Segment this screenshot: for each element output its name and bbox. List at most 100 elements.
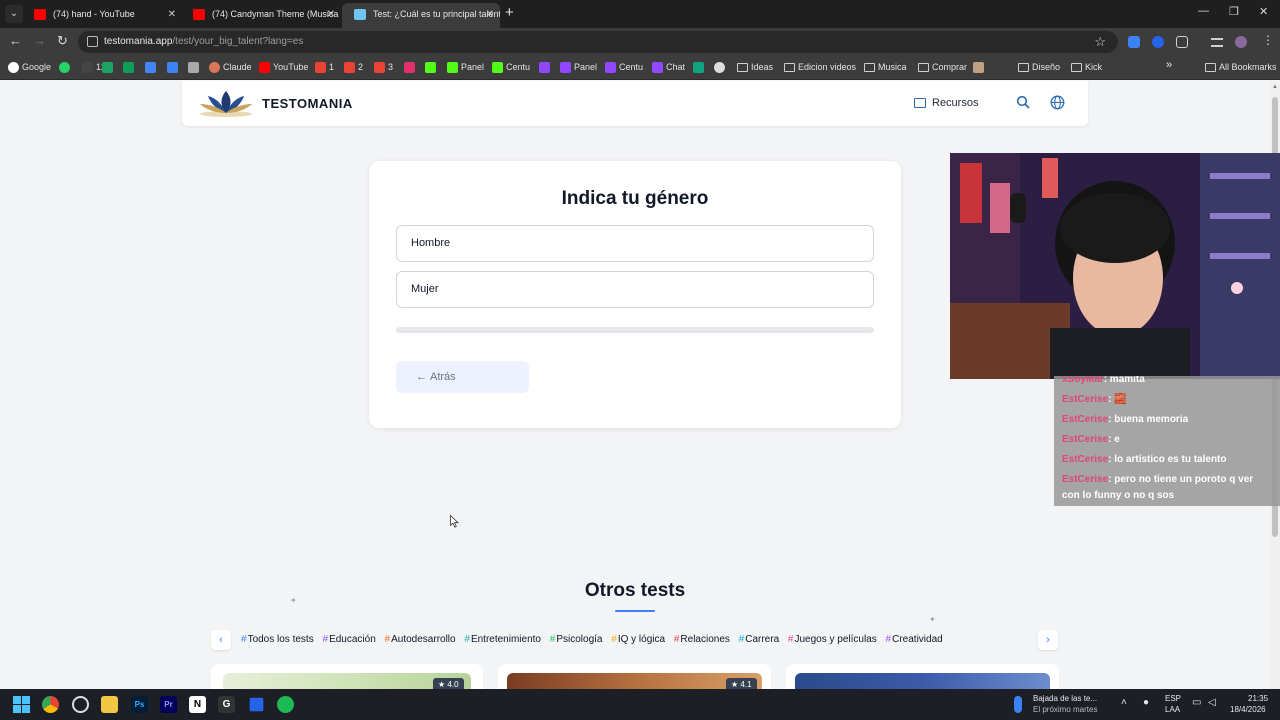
- tab-search-button[interactable]: ⌄: [5, 5, 23, 23]
- address-bar[interactable]: testomania.app/test/your_big_talent?lang…: [78, 31, 1118, 53]
- maximize-button[interactable]: ❐: [1229, 5, 1239, 18]
- extension-icon[interactable]: [1152, 36, 1164, 48]
- close-window-button[interactable]: ✕: [1259, 5, 1268, 18]
- extension-icon[interactable]: [1128, 36, 1140, 48]
- test-card[interactable]: [786, 664, 1059, 689]
- bookmark-google[interactable]: Google: [8, 62, 51, 73]
- bookmark-youtube[interactable]: YouTube: [259, 62, 308, 73]
- hash-icon: #: [738, 634, 745, 645]
- weather-title[interactable]: Bajada de las te...: [1033, 694, 1097, 703]
- bookmark-twitch-panel[interactable]: Panel: [560, 62, 597, 73]
- bookmark-twitch-chat[interactable]: Chat: [652, 62, 685, 73]
- notion-icon[interactable]: N: [189, 696, 206, 713]
- bookmark-star-icon[interactable]: ☆: [1094, 34, 1106, 50]
- minimize-button[interactable]: —: [1198, 5, 1209, 17]
- bookmark-kick-panel[interactable]: Panel: [447, 62, 484, 73]
- windows-start-icon[interactable]: [13, 696, 30, 713]
- category-todos[interactable]: #Todos los tests: [241, 634, 314, 645]
- spotify-icon[interactable]: [277, 696, 294, 713]
- tab-youtube-candyman[interactable]: (74) Candyman Theme (Musica ✕: [181, 3, 341, 26]
- globe-icon[interactable]: [1050, 95, 1065, 110]
- bookmark-folder-diseno[interactable]: Diseño: [1018, 62, 1060, 73]
- categories-prev-button[interactable]: ‹: [211, 630, 231, 650]
- thermometer-icon: [1014, 696, 1022, 713]
- lotus-logo-icon[interactable]: [198, 88, 254, 119]
- bookmark-gmail-3[interactable]: 3: [374, 62, 393, 73]
- file-explorer-icon[interactable]: [101, 696, 118, 713]
- search-icon[interactable]: [1016, 95, 1030, 109]
- bookmark-claude[interactable]: Claude: [209, 62, 252, 73]
- gmail-icon: [344, 62, 355, 73]
- weather-subtitle[interactable]: El próximo martes: [1033, 705, 1097, 714]
- back-arrow-icon[interactable]: ←: [9, 33, 22, 48]
- bookmark-gmail-1[interactable]: 1: [315, 62, 334, 73]
- chat-message: con lo funny o no q sos: [1062, 490, 1175, 501]
- bookmark-folder-edicion[interactable]: Edicion videos: [784, 62, 856, 73]
- test-card[interactable]: ★ 4.1: [498, 664, 771, 689]
- clock-time[interactable]: 21:35: [1248, 694, 1268, 703]
- bookmark-folder-musica[interactable]: Musica: [864, 62, 907, 73]
- hash-icon: #: [885, 634, 892, 645]
- browser-toolbar: ← → ↻ testomania.app/test/your_big_talen…: [0, 28, 1280, 56]
- all-bookmarks-button[interactable]: All Bookmarks: [1205, 62, 1277, 73]
- app-blue-icon[interactable]: [249, 697, 264, 712]
- url-text: testomania.app/test/your_big_talent?lang…: [104, 36, 304, 47]
- forward-arrow-icon[interactable]: →: [33, 33, 46, 48]
- clock-date[interactable]: 18/4/2026: [1230, 705, 1266, 714]
- volume-icon[interactable]: ◁: [1208, 697, 1216, 708]
- resources-link[interactable]: Recursos: [914, 97, 978, 109]
- youtube-icon: [193, 9, 205, 20]
- profile-avatar-icon[interactable]: [1235, 36, 1247, 48]
- input-language[interactable]: ESP: [1165, 694, 1181, 703]
- bookmark-gmail-2[interactable]: 2: [344, 62, 363, 73]
- chat-message: xSoyMar: mamita: [1062, 376, 1145, 385]
- extensions-puzzle-icon[interactable]: [1176, 36, 1188, 48]
- tab-youtube-hand[interactable]: (74) hand - YouTube ✕: [22, 3, 182, 26]
- bookmark-kick-centu[interactable]: Centu: [492, 62, 530, 73]
- bookmark-twitch-centu[interactable]: Centu: [605, 62, 643, 73]
- category-juegos-peliculas[interactable]: #Juegos y películas: [788, 634, 877, 645]
- option-hombre[interactable]: Hombre: [396, 225, 874, 262]
- brand-name[interactable]: TESTOMANIA: [262, 96, 353, 111]
- close-icon[interactable]: ✕: [486, 3, 494, 26]
- menu-kebab-icon[interactable]: ⋮: [1262, 33, 1274, 47]
- app-g-icon[interactable]: G: [218, 696, 235, 713]
- close-icon[interactable]: ✕: [168, 3, 176, 26]
- bookmark-folder-ideas[interactable]: Ideas: [737, 62, 773, 73]
- category-educacion[interactable]: #Educación: [323, 634, 376, 645]
- bookmark-folder-comprar[interactable]: Comprar: [918, 62, 967, 73]
- category-relaciones[interactable]: #Relaciones: [674, 634, 730, 645]
- media-control-icon[interactable]: [1211, 38, 1223, 47]
- network-icon[interactable]: ▭: [1192, 697, 1201, 708]
- bookmark-folder-kick[interactable]: Kick: [1071, 62, 1102, 73]
- category-iq-logica[interactable]: #IQ y lógica: [611, 634, 665, 645]
- close-icon[interactable]: ✕: [327, 3, 335, 26]
- option-mujer[interactable]: Mujer: [396, 271, 874, 308]
- new-tab-button[interactable]: +: [505, 4, 514, 21]
- instagram-icon: [404, 62, 415, 73]
- input-region[interactable]: LAA: [1165, 705, 1180, 714]
- category-carrera[interactable]: #Carrera: [739, 634, 779, 645]
- reload-icon[interactable]: ↻: [57, 33, 68, 49]
- obs-icon[interactable]: [72, 696, 89, 713]
- scroll-up-icon[interactable]: ▲: [1272, 84, 1278, 90]
- tab-testomania[interactable]: Test: ¿Cuál es tu principal talent ✕: [342, 3, 500, 28]
- site-info-icon[interactable]: [87, 36, 98, 47]
- category-psicologia[interactable]: #Psicología: [550, 634, 603, 645]
- twitch-icon: [652, 62, 663, 73]
- test-card[interactable]: ★ 4.0: [211, 664, 483, 689]
- bookmarks-overflow-button[interactable]: »: [1166, 60, 1172, 71]
- chrome-icon[interactable]: [42, 696, 59, 713]
- chevron-up-icon[interactable]: ˄: [1121, 697, 1127, 708]
- category-autodesarrollo[interactable]: #Autodesarrollo: [385, 634, 456, 645]
- premiere-icon[interactable]: Pr: [160, 696, 177, 713]
- category-entretenimiento[interactable]: #Entretenimiento: [464, 634, 541, 645]
- question-card: Indica tu género Hombre Mujer ← Atrás: [369, 161, 901, 428]
- photoshop-icon[interactable]: Ps: [131, 696, 148, 713]
- kick-icon: [425, 62, 436, 73]
- back-button[interactable]: ← Atrás: [396, 361, 529, 393]
- category-creatividad[interactable]: #Creatividad: [886, 634, 943, 645]
- chat-message: EstCerise: e: [1062, 434, 1120, 445]
- categories-next-button[interactable]: ›: [1038, 630, 1058, 650]
- microphone-icon[interactable]: ●: [1143, 697, 1149, 708]
